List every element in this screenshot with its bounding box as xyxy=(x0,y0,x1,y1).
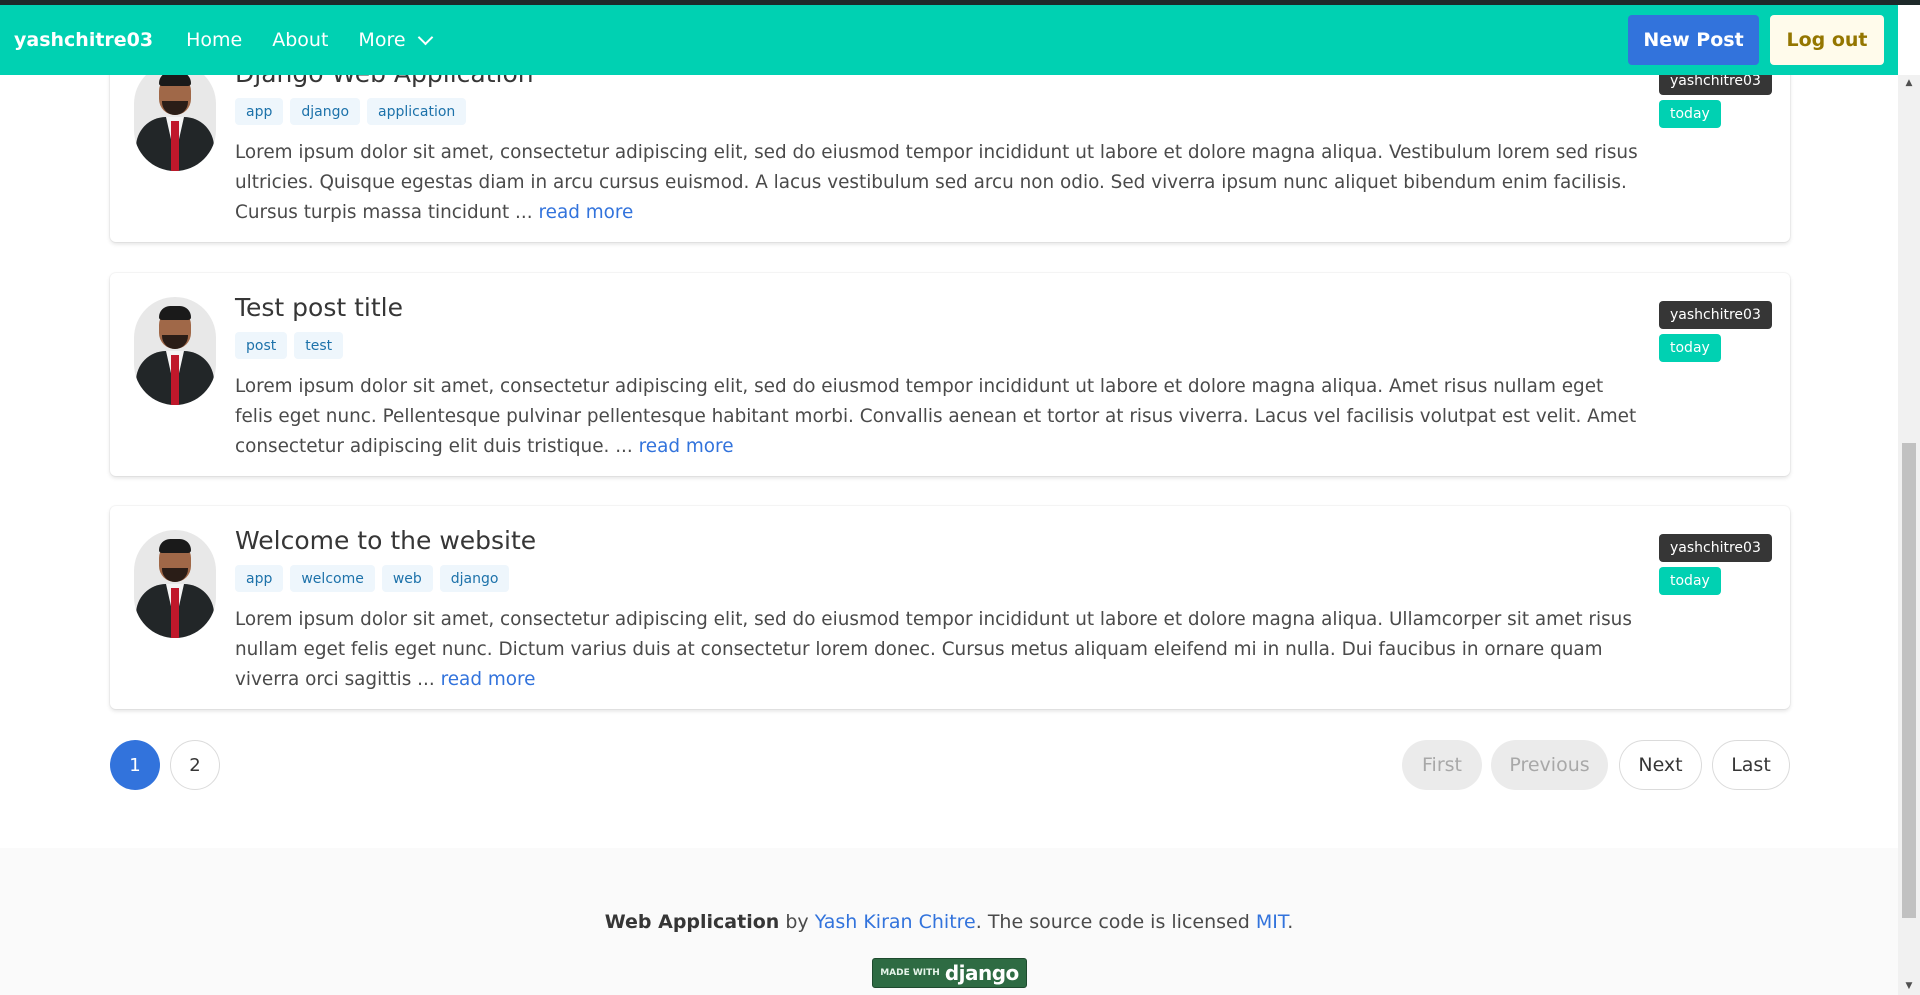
author-badge[interactable]: yashchitre03 xyxy=(1659,301,1772,329)
post-excerpt: Lorem ipsum dolor sit amet, consectetur … xyxy=(235,372,1640,462)
tag[interactable]: django xyxy=(439,565,510,592)
read-more-link[interactable]: read more xyxy=(538,202,633,223)
page-2-button[interactable]: 2 xyxy=(170,740,220,790)
date-badge: today xyxy=(1659,334,1721,362)
post-excerpt: Lorem ipsum dolor sit amet, consectetur … xyxy=(235,605,1640,695)
footer-author-link[interactable]: Yash Kiran Chitre xyxy=(815,911,976,933)
nav-more[interactable]: More xyxy=(343,29,445,51)
footer-end: . xyxy=(1287,911,1294,933)
post-meta: yashchitre03 today xyxy=(1659,67,1772,128)
footer-license-link[interactable]: MIT xyxy=(1256,911,1287,933)
brand[interactable]: yashchitre03 xyxy=(14,29,153,51)
badge-django-text: django xyxy=(944,961,1019,985)
previous-page-button[interactable]: Previous xyxy=(1491,740,1608,790)
navbar: yashchitre03 Home About More New Post Lo… xyxy=(0,5,1898,75)
tag[interactable]: django xyxy=(290,98,361,125)
page-scrollbar[interactable]: ▲ ▼ xyxy=(1898,75,1920,995)
made-with-django-badge[interactable]: MADE WITH django xyxy=(872,958,1027,988)
avatar[interactable] xyxy=(134,63,216,171)
post-tags: app django application xyxy=(235,98,467,125)
new-post-button[interactable]: New Post xyxy=(1628,15,1759,65)
date-badge: today xyxy=(1659,100,1721,128)
read-more-link[interactable]: read more xyxy=(441,669,536,690)
scroll-up-icon[interactable]: ▲ xyxy=(1898,75,1920,92)
logout-button[interactable]: Log out xyxy=(1770,15,1884,65)
read-more-link[interactable]: read more xyxy=(639,436,734,457)
nav-actions: New Post Log out xyxy=(1628,15,1884,65)
post-card: Test post title post test Lorem ipsum do… xyxy=(110,273,1790,476)
post-title[interactable]: Welcome to the website xyxy=(235,526,536,555)
footer-app-name: Web Application xyxy=(604,911,780,933)
post-meta: yashchitre03 today xyxy=(1659,301,1772,362)
post-title[interactable]: Test post title xyxy=(235,293,403,322)
tag[interactable]: application xyxy=(367,98,467,125)
next-page-button[interactable]: Next xyxy=(1619,740,1702,790)
tag[interactable]: welcome xyxy=(290,565,375,592)
page-1-button[interactable]: 1 xyxy=(110,740,160,790)
tag[interactable]: app xyxy=(235,98,284,125)
badge-small-text: MADE WITH xyxy=(880,968,940,978)
footer-license-text: . The source code is licensed xyxy=(975,911,1250,933)
post-card: Welcome to the website app welcome web d… xyxy=(110,506,1790,709)
post-excerpt-text: Lorem ipsum dolor sit amet, consectetur … xyxy=(235,376,1637,457)
tag[interactable]: test xyxy=(294,332,344,359)
post-meta: yashchitre03 today xyxy=(1659,534,1772,595)
footer-text: Web Application by Yash Kiran Chitre. Th… xyxy=(0,911,1898,933)
nav-home[interactable]: Home xyxy=(171,29,257,51)
post-excerpt: Lorem ipsum dolor sit amet, consectetur … xyxy=(235,138,1640,228)
scroll-thumb[interactable] xyxy=(1902,443,1916,918)
tag[interactable]: post xyxy=(235,332,288,359)
avatar[interactable] xyxy=(134,297,216,405)
nav-more-label: More xyxy=(358,29,406,51)
tag[interactable]: web xyxy=(381,565,433,592)
footer: Web Application by Yash Kiran Chitre. Th… xyxy=(0,848,1898,995)
last-page-button[interactable]: Last xyxy=(1712,740,1790,790)
scroll-down-icon[interactable]: ▼ xyxy=(1898,978,1920,995)
post-tags: post test xyxy=(235,332,344,359)
nav-about[interactable]: About xyxy=(257,29,343,51)
footer-by: by xyxy=(785,911,809,933)
post-tags: app welcome web django xyxy=(235,565,510,592)
post-excerpt-text: Lorem ipsum dolor sit amet, consectetur … xyxy=(235,142,1638,223)
chevron-down-icon xyxy=(417,29,433,45)
avatar[interactable] xyxy=(134,530,216,638)
author-badge[interactable]: yashchitre03 xyxy=(1659,534,1772,562)
date-badge: today xyxy=(1659,567,1721,595)
first-page-button[interactable]: First xyxy=(1402,740,1482,790)
tag[interactable]: app xyxy=(235,565,284,592)
